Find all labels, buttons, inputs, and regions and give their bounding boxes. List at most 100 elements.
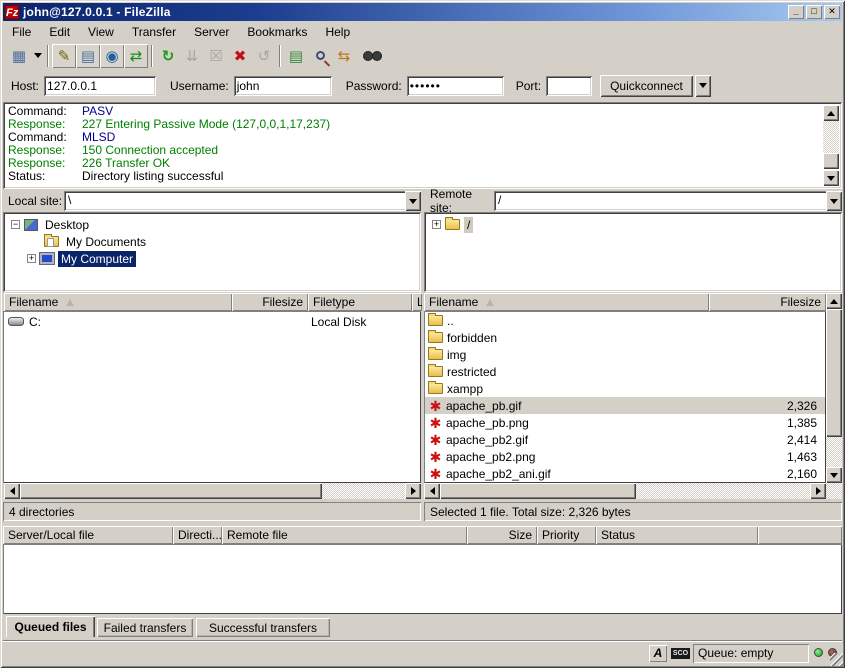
queue-column-priority[interactable]: Priority xyxy=(537,526,596,544)
collapse-icon[interactable]: − xyxy=(11,220,20,229)
local-column-filename[interactable]: Filename xyxy=(4,293,232,311)
remote-column-filename[interactable]: Filename xyxy=(424,293,709,311)
scroll-right-icon[interactable] xyxy=(810,483,826,499)
scroll-left-icon[interactable] xyxy=(4,483,20,499)
tree-item-my-documents[interactable]: My Documents xyxy=(44,233,149,250)
local-column-filetype[interactable]: Filetype xyxy=(308,293,412,311)
tree-item-root[interactable]: + / xyxy=(432,216,473,233)
scroll-up-icon[interactable] xyxy=(826,293,842,309)
remote-column-filesize[interactable]: Filesize xyxy=(709,293,826,311)
remote-dir-row[interactable]: .. xyxy=(425,312,825,329)
process-queue-icon[interactable]: ⇊ xyxy=(180,44,204,68)
remote-file-row[interactable]: ✱apache_pb2_ani.gif 2,160 xyxy=(425,465,825,482)
transfer-queue-list[interactable] xyxy=(3,544,842,614)
my-documents-folder-icon xyxy=(44,236,59,247)
message-log[interactable]: Command:PASV Response:227 Entering Passi… xyxy=(3,102,842,189)
transfer-type-indicator-icon[interactable]: A xyxy=(649,645,667,662)
find-files-icon[interactable] xyxy=(308,44,332,68)
scroll-thumb[interactable] xyxy=(440,483,636,499)
scroll-track[interactable] xyxy=(826,437,842,467)
filter-icon[interactable]: ▤ xyxy=(284,44,308,68)
reconnect-icon[interactable]: ↺ xyxy=(252,44,276,68)
remote-site-combobox[interactable]: / xyxy=(494,191,842,211)
resize-grip[interactable] xyxy=(830,653,843,666)
message-log-toggle-icon[interactable]: ✎ xyxy=(52,44,76,68)
log-scrollbar[interactable] xyxy=(823,105,839,186)
remote-file-list[interactable]: .. forbidden img restricted xampp ✱apach… xyxy=(424,311,826,483)
username-input[interactable]: john xyxy=(234,76,332,96)
close-button[interactable]: ✕ xyxy=(824,5,840,19)
log-line: Status:Directory listing successful xyxy=(8,170,842,183)
remote-tree[interactable]: + / xyxy=(424,212,842,292)
quickconnect-dropdown-icon[interactable] xyxy=(695,75,711,97)
menu-edit[interactable]: Edit xyxy=(40,23,79,41)
scroll-right-icon[interactable] xyxy=(405,483,421,499)
queue-column-size[interactable]: Size xyxy=(467,526,537,544)
scroll-up-icon[interactable] xyxy=(823,105,839,121)
maximize-button[interactable]: □ xyxy=(806,5,822,19)
cancel-operation-icon[interactable]: ☒ xyxy=(204,44,228,68)
tab-failed-transfers[interactable]: Failed transfers xyxy=(97,618,193,637)
local-column-filesize[interactable]: Filesize xyxy=(232,293,308,311)
local-tree[interactable]: − Desktop My Documents + My Computer xyxy=(3,212,421,292)
local-site-combobox[interactable]: \ xyxy=(64,191,421,211)
scroll-track[interactable] xyxy=(636,483,810,499)
local-treeview-toggle-icon[interactable]: ▤ xyxy=(76,44,100,68)
quickconnect-button[interactable]: Quickconnect xyxy=(600,75,693,97)
scroll-track[interactable] xyxy=(322,483,405,499)
scroll-down-icon[interactable] xyxy=(823,170,839,186)
expand-icon[interactable]: + xyxy=(27,254,36,263)
site-manager-dropdown-icon[interactable] xyxy=(31,44,44,68)
remote-treeview-toggle-icon[interactable]: ◉ xyxy=(100,44,124,68)
queue-column-direction[interactable]: Directi... xyxy=(173,526,222,544)
expand-icon[interactable]: + xyxy=(432,220,441,229)
remote-dir-row[interactable]: forbidden xyxy=(425,329,825,346)
tab-successful-transfers[interactable]: Successful transfers xyxy=(196,618,330,637)
menu-server[interactable]: Server xyxy=(185,23,238,41)
menu-transfer[interactable]: Transfer xyxy=(123,23,185,41)
host-input[interactable]: 127.0.0.1 xyxy=(44,76,156,96)
local-site-dropdown-icon[interactable] xyxy=(405,191,421,211)
local-file-list[interactable]: C: Local Disk xyxy=(3,311,421,483)
remote-dir-row[interactable]: xampp xyxy=(425,380,825,397)
synchronized-browsing-icon[interactable] xyxy=(356,44,380,68)
queue-column-server-local-file[interactable]: Server/Local file xyxy=(3,526,173,544)
scroll-down-icon[interactable] xyxy=(826,467,842,483)
remote-file-row-selected[interactable]: ✱apache_pb.gif 2,326 xyxy=(425,397,825,414)
scroll-thumb[interactable] xyxy=(823,153,839,169)
window-title: john@127.0.0.1 - FileZilla xyxy=(23,5,171,19)
menu-file[interactable]: File xyxy=(3,23,40,41)
scroll-track[interactable] xyxy=(823,121,839,153)
remote-file-row[interactable]: ✱apache_pb.png 1,385 xyxy=(425,414,825,431)
remote-file-row[interactable]: ✱apache_pb2.png 1,463 xyxy=(425,448,825,465)
queue-column-status[interactable]: Status xyxy=(596,526,758,544)
remote-vscrollbar[interactable] xyxy=(826,293,842,483)
directory-comparison-icon[interactable]: ⇆ xyxy=(332,44,356,68)
remote-hscrollbar[interactable] xyxy=(424,483,826,499)
refresh-icon[interactable]: ↻ xyxy=(156,44,180,68)
remote-site-dropdown-icon[interactable] xyxy=(826,191,842,211)
menu-bookmarks[interactable]: Bookmarks xyxy=(238,23,316,41)
local-hscrollbar[interactable] xyxy=(4,483,421,499)
remote-dir-row[interactable]: img xyxy=(425,346,825,363)
transfer-queue-toggle-icon[interactable]: ⇄ xyxy=(124,44,148,68)
site-manager-icon[interactable]: ▦ xyxy=(7,44,31,68)
disconnect-icon[interactable]: ✖ xyxy=(228,44,252,68)
remote-dir-row[interactable]: restricted xyxy=(425,363,825,380)
scroll-thumb[interactable] xyxy=(20,483,322,499)
remote-file-row[interactable]: ✱apache_pb2.gif 2,414 xyxy=(425,431,825,448)
tab-queued-files[interactable]: Queued files xyxy=(6,616,95,637)
scroll-left-icon[interactable] xyxy=(424,483,440,499)
port-input[interactable] xyxy=(546,76,592,96)
menu-help[interactable]: Help xyxy=(316,23,359,41)
title-bar[interactable]: Fz john@127.0.0.1 - FileZilla _ □ ✕ xyxy=(3,3,842,21)
tree-item-my-computer[interactable]: + My Computer xyxy=(27,250,136,267)
scroll-thumb[interactable] xyxy=(826,309,842,437)
queue-column-remote-file[interactable]: Remote file xyxy=(222,526,467,544)
local-file-row[interactable]: C: Local Disk xyxy=(5,313,419,330)
menu-view[interactable]: View xyxy=(79,23,123,41)
password-input[interactable]: •••••• xyxy=(407,76,504,96)
tree-item-desktop[interactable]: − Desktop xyxy=(11,216,92,233)
minimize-button[interactable]: _ xyxy=(788,5,804,19)
local-column-last-modified[interactable]: L xyxy=(412,293,422,311)
